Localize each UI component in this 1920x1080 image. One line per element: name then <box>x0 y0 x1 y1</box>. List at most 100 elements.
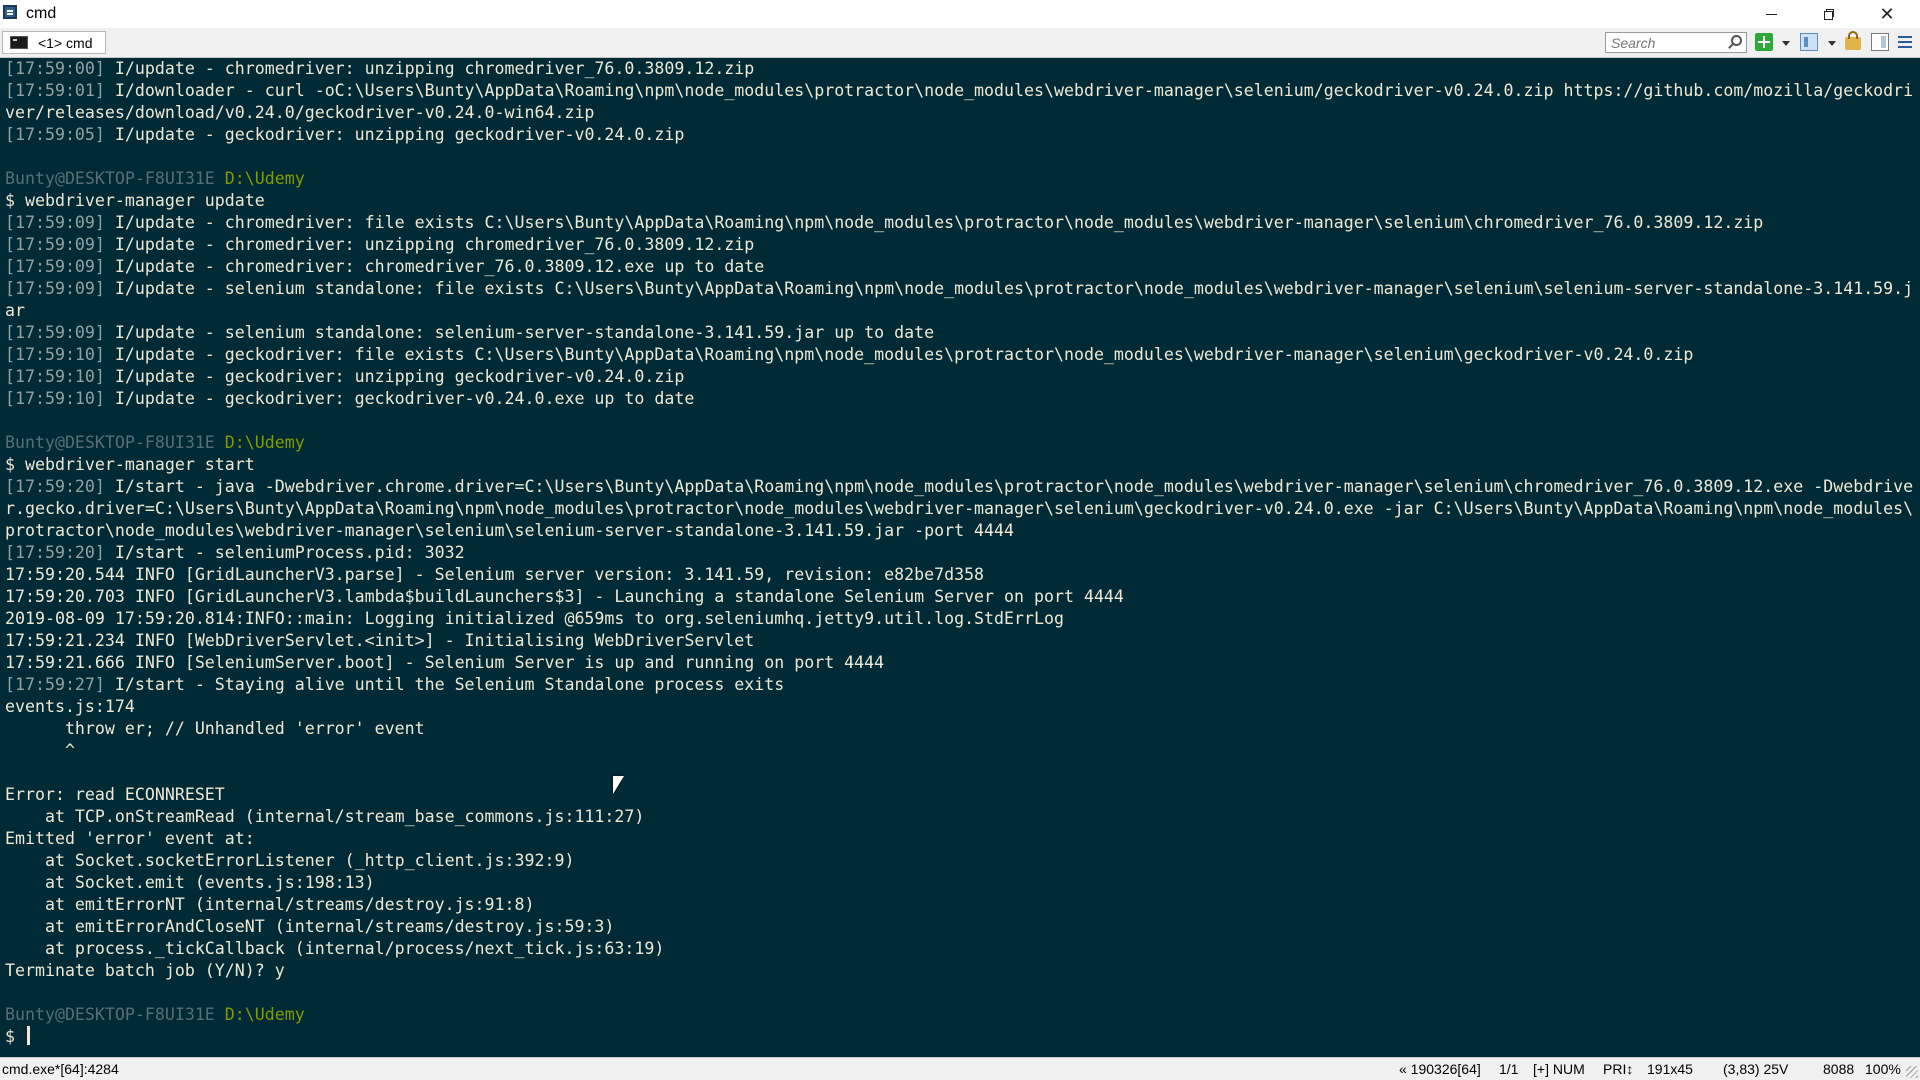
log-timestamp: [17:59:09] <box>5 213 105 232</box>
status-position[interactable]: « 190326[64] <box>1399 1061 1481 1077</box>
console-line: $ webdriver-manager update <box>5 191 265 210</box>
console-line: events.js:174 <box>5 697 135 716</box>
log-message: I/update - geckodriver: unzipping geckod… <box>104 125 685 144</box>
console-line: [17:59:09] I/update - chromedriver: chro… <box>5 256 764 278</box>
split-dropdown-icon[interactable] <box>1828 41 1836 46</box>
console-line: at Socket.socketErrorListener (_http_cli… <box>5 851 575 870</box>
status-zoom[interactable]: 100% <box>1865 1061 1901 1077</box>
console-line: [17:59:05] I/update - geckodriver: unzip… <box>5 124 684 146</box>
console-line: [17:59:09] I/update - chromedriver: file… <box>5 212 1763 234</box>
console-line: at emitErrorAndCloseNT (internal/streams… <box>5 917 615 936</box>
console-line: protractor\node_modules\webdriver-manage… <box>5 521 1015 540</box>
restore-button[interactable] <box>1800 0 1858 28</box>
console-line: [17:59:09] I/update - chromedriver: unzi… <box>5 234 754 256</box>
status-bar: cmd.exe*[64]:4284 « 190326[64] 1/1 [+] N… <box>0 1057 1920 1080</box>
console-app-icon[interactable] <box>3 5 17 19</box>
log-timestamp: [17:59:05] <box>5 125 105 144</box>
console-line: at emitErrorNT (internal/streams/destroy… <box>5 895 535 914</box>
console-line: Bunty@DESKTOP-F8UI31E D:\Udemy <box>5 432 305 454</box>
status-process[interactable]: cmd.exe*[64]:4284 <box>2 1061 119 1077</box>
status-priority[interactable]: PRI↕ <box>1603 1061 1633 1077</box>
console-line: Bunty@DESKTOP-F8UI31E D:\Udemy <box>5 1004 305 1026</box>
mouse-pointer-icon <box>613 776 624 794</box>
split-panes-icon[interactable] <box>1800 33 1818 51</box>
console-window: cmd ✕ <1> cmd [17:59:00] I/update - chro… <box>0 0 1920 1080</box>
command-prompt-line[interactable]: $ <box>5 1026 30 1048</box>
console-line: Bunty@DESKTOP-F8UI31E D:\Udemy <box>5 168 305 190</box>
log-message: I/update - selenium standalone: selenium… <box>104 323 935 342</box>
log-message: I/downloader - curl -oC:\Users\Bunty\App… <box>104 81 1914 100</box>
console-tab-icon <box>10 36 28 49</box>
log-timestamp: [17:59:20] <box>5 543 105 562</box>
status-keys[interactable]: [+] NUM <box>1533 1061 1585 1077</box>
lock-icon[interactable] <box>1845 31 1861 50</box>
log-message: I/update - chromedriver: chromedriver_76… <box>104 257 765 276</box>
console-line: Terminate batch job (Y/N)? y <box>5 961 285 980</box>
prompt-user: Bunty@DESKTOP-F8UI31E <box>5 169 225 188</box>
text-cursor <box>26 1026 30 1045</box>
title-bar[interactable]: cmd ✕ <box>0 0 1920 28</box>
tab-console-1[interactable]: <1> cmd <box>2 31 106 54</box>
console-line: $ webdriver-manager start <box>5 455 255 474</box>
search-input[interactable] <box>1606 33 1729 52</box>
console-line: Emitted 'error' event at: <box>5 829 255 848</box>
prompt-path: D:\Udemy <box>224 1005 305 1024</box>
console-line: [17:59:09] I/update - selenium standalon… <box>5 278 1913 300</box>
status-pid[interactable]: 8088 <box>1823 1061 1854 1077</box>
log-message: I/update - chromedriver: unzipping chrom… <box>104 235 755 254</box>
console-line: [17:59:10] I/update - geckodriver: unzip… <box>5 366 684 388</box>
status-size[interactable]: 191x45 <box>1647 1061 1693 1077</box>
log-timestamp: [17:59:09] <box>5 257 105 276</box>
new-console-dropdown-icon[interactable] <box>1782 41 1790 46</box>
log-timestamp: [17:59:10] <box>5 345 105 364</box>
console-line: at Socket.emit (events.js:198:13) <box>5 873 375 892</box>
console-line: ver/releases/download/v0.24.0/geckodrive… <box>5 103 595 122</box>
console-line: 17:59:21.234 INFO [WebDriverServlet.<ini… <box>5 631 755 650</box>
restore-icon <box>1823 8 1835 20</box>
console-line: 17:59:20.544 INFO [GridLauncherV3.parse]… <box>5 565 985 584</box>
minimize-button[interactable] <box>1742 0 1800 28</box>
new-console-icon[interactable] <box>1755 33 1773 51</box>
view-icon[interactable] <box>1871 33 1889 51</box>
console-line: [17:59:27] I/start - Staying alive until… <box>5 674 784 696</box>
minimize-icon <box>1765 13 1777 15</box>
console-line: 17:59:20.703 INFO [GridLauncherV3.lambda… <box>5 587 1124 606</box>
log-message: I/update - chromedriver: file exists C:\… <box>104 213 1764 232</box>
prompt-path: D:\Udemy <box>224 169 305 188</box>
prompt-path: D:\Udemy <box>224 433 305 452</box>
log-timestamp: [17:59:10] <box>5 367 105 386</box>
log-message: I/start - seleniumProcess.pid: 3032 <box>104 543 465 562</box>
log-timestamp: [17:59:09] <box>5 323 105 342</box>
log-timestamp: [17:59:00] <box>5 59 105 78</box>
status-cursor[interactable]: (3,83) 25V <box>1723 1061 1788 1077</box>
log-timestamp: [17:59:20] <box>5 477 105 496</box>
prompt-user: Bunty@DESKTOP-F8UI31E <box>5 433 225 452</box>
tab-label: <1> cmd <box>38 34 93 51</box>
log-message: I/start - java -Dwebdriver.chrome.driver… <box>104 477 1914 496</box>
console-line: at TCP.onStreamRead (internal/stream_bas… <box>5 807 645 826</box>
log-message: I/start - Staying alive until the Seleni… <box>104 675 785 694</box>
log-message: I/update - selenium standalone: file exi… <box>104 279 1914 298</box>
console-output[interactable]: [17:59:00] I/update - chromedriver: unzi… <box>0 58 1920 1057</box>
log-message: I/update - geckodriver: geckodriver-v0.2… <box>104 389 695 408</box>
resize-grip-icon[interactable] <box>1906 1066 1918 1078</box>
console-line: [17:59:00] I/update - chromedriver: unzi… <box>5 58 754 80</box>
status-pages[interactable]: 1/1 <box>1499 1061 1518 1077</box>
console-line: Error: read ECONNRESET <box>5 785 225 804</box>
menu-icon[interactable] <box>1897 33 1913 51</box>
log-message: I/update - chromedriver: unzipping chrom… <box>104 59 755 78</box>
search-icon[interactable] <box>1731 35 1742 46</box>
log-timestamp: [17:59:01] <box>5 81 105 100</box>
log-timestamp: [17:59:10] <box>5 389 105 408</box>
log-timestamp: [17:59:09] <box>5 279 105 298</box>
console-line: ^ <box>5 741 75 760</box>
console-line: [17:59:09] I/update - selenium standalon… <box>5 322 934 344</box>
close-button[interactable]: ✕ <box>1858 0 1916 28</box>
console-line: 2019-08-09 17:59:20.814:INFO::main: Logg… <box>5 609 1064 628</box>
console-line: r.gecko.driver=C:\Users\Bunty\AppData\Ro… <box>5 499 1914 518</box>
window-title: cmd <box>26 5 57 22</box>
log-message: I/update - geckodriver: file exists C:\U… <box>104 345 1694 364</box>
search-box[interactable] <box>1605 32 1747 53</box>
console-line: at process._tickCallback (internal/proce… <box>5 939 665 958</box>
console-line: [17:59:20] I/start - seleniumProcess.pid… <box>5 542 465 564</box>
